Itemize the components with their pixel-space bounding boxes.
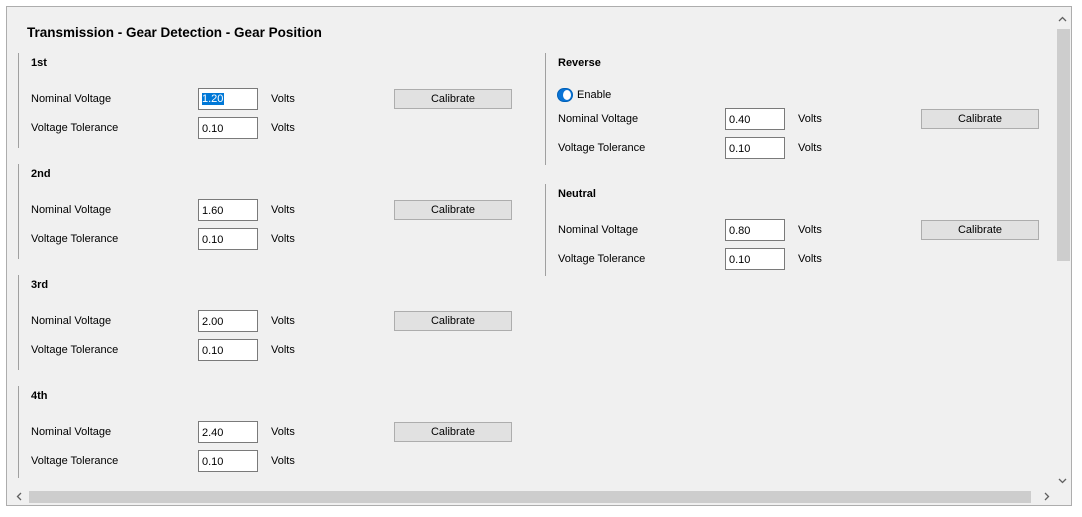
volts-unit-label: Volts: [271, 204, 295, 216]
volts-unit-label: Volts: [798, 142, 822, 154]
group-title: 3rd: [31, 279, 49, 291]
voltage-tolerance-input-neutral[interactable]: [725, 248, 785, 270]
voltage-tolerance-input-4th[interactable]: [198, 450, 258, 472]
nominal-voltage-input-3rd[interactable]: [198, 310, 258, 332]
volts-unit-label: Volts: [271, 426, 295, 438]
nominal-voltage-input-reverse[interactable]: [725, 108, 785, 130]
calibrate-button-2nd[interactable]: Calibrate: [394, 200, 512, 220]
gear-group-4th: 4th Nominal Voltage Volts Calibrate Volt…: [18, 386, 519, 478]
volts-unit-label: Volts: [271, 344, 295, 356]
gear-group-3rd: 3rd Nominal Voltage Volts Calibrate Volt…: [18, 275, 519, 370]
gear-group-reverse: Reverse Enable Nominal Voltage Volts Cal…: [545, 53, 1046, 165]
voltage-tolerance-input-reverse[interactable]: [725, 137, 785, 159]
nominal-voltage-label: Nominal Voltage: [31, 93, 112, 105]
group-title: 1st: [31, 57, 47, 69]
enable-toggle[interactable]: Enable: [557, 88, 611, 102]
chevron-left-icon[interactable]: [16, 492, 22, 504]
volts-unit-label: Volts: [798, 113, 822, 125]
nominal-voltage-label: Nominal Voltage: [558, 224, 639, 236]
volts-unit-label: Volts: [271, 122, 295, 134]
volts-unit-label: Volts: [271, 93, 295, 105]
chevron-down-icon[interactable]: [1058, 477, 1067, 487]
nominal-voltage-input-2nd[interactable]: [198, 199, 258, 221]
calibrate-button-reverse[interactable]: Calibrate: [921, 109, 1039, 129]
nominal-voltage-input-4th[interactable]: [198, 421, 258, 443]
volts-unit-label: Volts: [271, 315, 295, 327]
nominal-voltage-label: Nominal Voltage: [31, 204, 112, 216]
calibrate-button-4th[interactable]: Calibrate: [394, 422, 512, 442]
gear-group-2nd: 2nd Nominal Voltage Volts Calibrate Volt…: [18, 164, 519, 259]
chevron-up-icon[interactable]: [1058, 15, 1067, 25]
volts-unit-label: Volts: [271, 233, 295, 245]
gear-group-neutral: Neutral Nominal Voltage Volts Calibrate …: [545, 184, 1046, 276]
horizontal-scrollbar[interactable]: [7, 488, 1056, 505]
volts-unit-label: Volts: [271, 455, 295, 467]
chevron-right-icon[interactable]: [1044, 492, 1050, 504]
voltage-tolerance-input-2nd[interactable]: [198, 228, 258, 250]
group-title: Neutral: [558, 188, 596, 200]
voltage-tolerance-label: Voltage Tolerance: [31, 344, 119, 356]
toggle-switch-icon[interactable]: [557, 88, 573, 102]
nominal-voltage-label: Nominal Voltage: [31, 426, 112, 438]
vertical-scroll-thumb[interactable]: [1057, 29, 1070, 261]
voltage-tolerance-input-1st[interactable]: [198, 117, 258, 139]
voltage-tolerance-label: Voltage Tolerance: [558, 142, 646, 154]
selected-value-text: 1.20: [202, 93, 224, 105]
voltage-tolerance-label: Voltage Tolerance: [31, 455, 119, 467]
gear-group-1st: 1st Nominal Voltage 1.20 Volts Calibrate…: [18, 53, 519, 148]
enable-label: Enable: [577, 89, 612, 101]
group-title: 2nd: [31, 168, 51, 180]
volts-unit-label: Volts: [798, 224, 822, 236]
calibrate-button-neutral[interactable]: Calibrate: [921, 220, 1039, 240]
vertical-scrollbar[interactable]: [1054, 7, 1071, 489]
gear-position-panel: Transmission - Gear Detection - Gear Pos…: [6, 6, 1072, 506]
voltage-tolerance-label: Voltage Tolerance: [558, 253, 646, 265]
calibrate-button-1st[interactable]: Calibrate: [394, 89, 512, 109]
volts-unit-label: Volts: [798, 253, 822, 265]
horizontal-scroll-thumb[interactable]: [29, 491, 1031, 503]
nominal-voltage-input-neutral[interactable]: [725, 219, 785, 241]
voltage-tolerance-input-3rd[interactable]: [198, 339, 258, 361]
voltage-tolerance-label: Voltage Tolerance: [31, 233, 119, 245]
voltage-tolerance-label: Voltage Tolerance: [31, 122, 119, 134]
page-title: Transmission - Gear Detection - Gear Pos…: [27, 25, 322, 40]
calibrate-button-3rd[interactable]: Calibrate: [394, 311, 512, 331]
group-title: 4th: [31, 390, 48, 402]
nominal-voltage-label: Nominal Voltage: [558, 113, 639, 125]
group-title: Reverse: [558, 57, 601, 69]
nominal-voltage-label: Nominal Voltage: [31, 315, 112, 327]
